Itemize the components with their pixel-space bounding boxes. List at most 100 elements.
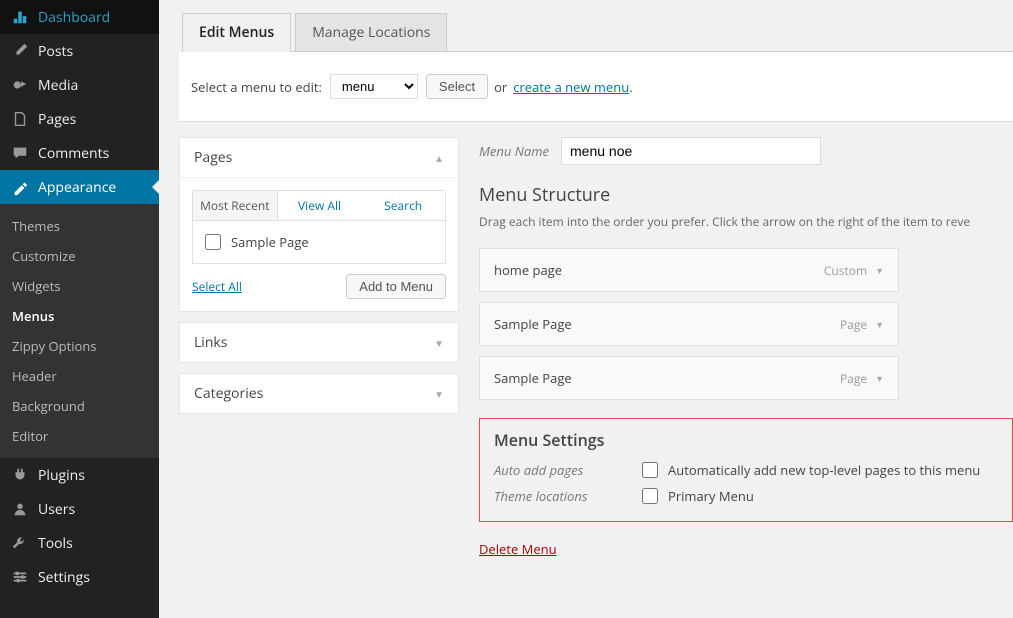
appearance-submenu: Themes Customize Widgets Menus Zippy Opt… <box>0 204 159 458</box>
primary-menu-checkbox-label[interactable]: Primary Menu <box>642 487 754 505</box>
meta-box-title: Links <box>194 333 227 352</box>
comments-icon <box>10 143 30 163</box>
meta-box-links-header[interactable]: Links ▼ <box>180 323 458 362</box>
sidebar-item-label: Tools <box>38 534 73 553</box>
create-new-menu-link[interactable]: create a new menu <box>513 78 629 96</box>
submenu-header[interactable]: Header <box>0 361 159 391</box>
dashboard-icon <box>10 7 30 27</box>
expand-arrow-icon: ▼ <box>434 387 444 401</box>
submenu-customize[interactable]: Customize <box>0 241 159 271</box>
chevron-down-icon[interactable]: ▼ <box>875 318 884 331</box>
add-to-menu-button[interactable]: Add to Menu <box>346 274 446 299</box>
primary-menu-checkbox[interactable] <box>642 488 658 504</box>
sidebar-item-media[interactable]: Media <box>0 68 159 102</box>
submenu-themes[interactable]: Themes <box>0 211 159 241</box>
sidebar-item-label: Settings <box>38 568 90 587</box>
select-all-link[interactable]: Select All <box>192 278 242 295</box>
menu-item-title: Sample Page <box>494 369 572 387</box>
submenu-background[interactable]: Background <box>0 391 159 421</box>
page-checkbox-label: Sample Page <box>231 233 309 251</box>
sidebar-item-pages[interactable]: Pages <box>0 102 159 136</box>
main-content: Edit Menus Manage Locations Select a men… <box>159 0 1013 618</box>
sidebar-item-plugins[interactable]: Plugins <box>0 458 159 492</box>
menu-item-bar[interactable]: Sample Page Page ▼ <box>479 356 899 400</box>
auto-add-pages-label: Auto add pages <box>494 461 642 479</box>
sidebar-item-label: Appearance <box>38 178 116 197</box>
meta-box-categories-header[interactable]: Categories ▼ <box>180 374 458 413</box>
menu-item-bar[interactable]: home page Custom ▼ <box>479 248 899 292</box>
page-checkbox-item[interactable]: Sample Page <box>205 233 433 251</box>
meta-box-pages-header[interactable]: Pages ▲ <box>180 138 458 177</box>
or-text: or <box>494 78 507 96</box>
menu-name-label: Menu Name <box>479 142 549 160</box>
tab-edit-menus[interactable]: Edit Menus <box>182 13 291 52</box>
period: . <box>629 78 632 96</box>
expand-arrow-icon: ▼ <box>434 336 444 350</box>
sidebar-item-label: Plugins <box>38 466 85 485</box>
menu-edit-column: Menu Name Menu Structure Drag each item … <box>479 137 1013 558</box>
sidebar-item-label: Comments <box>38 144 109 163</box>
auto-add-checkbox-label[interactable]: Automatically add new top-level pages to… <box>642 461 980 479</box>
appearance-icon <box>10 177 30 197</box>
menu-name-input[interactable] <box>561 137 821 165</box>
menu-item-title: home page <box>494 261 562 279</box>
delete-menu-link[interactable]: Delete Menu <box>479 540 557 558</box>
media-icon <box>10 75 30 95</box>
sidebar-item-label: Media <box>38 76 78 95</box>
menu-item-title: Sample Page <box>494 315 572 333</box>
sidebar-item-tools[interactable]: Tools <box>0 526 159 560</box>
submenu-editor[interactable]: Editor <box>0 421 159 451</box>
sidebar-item-label: Dashboard <box>38 8 110 27</box>
menu-item-type: Page ▼ <box>840 370 884 387</box>
checkbox-text: Primary Menu <box>668 487 754 505</box>
sidebar-item-users[interactable]: Users <box>0 492 159 526</box>
users-icon <box>10 499 30 519</box>
plugins-icon <box>10 465 30 485</box>
meta-box-links: Links ▼ <box>179 322 459 363</box>
submenu-widgets[interactable]: Widgets <box>0 271 159 301</box>
chevron-down-icon[interactable]: ▼ <box>875 372 884 385</box>
settings-icon <box>10 567 30 587</box>
tab-most-recent[interactable]: Most Recent <box>193 191 278 220</box>
menu-settings-title: Menu Settings <box>494 429 998 451</box>
sidebar-item-comments[interactable]: Comments <box>0 136 159 170</box>
tab-manage-locations[interactable]: Manage Locations <box>295 13 447 51</box>
meta-box-categories: Categories ▼ <box>179 373 459 414</box>
pages-icon <box>10 109 30 129</box>
admin-sidebar: Dashboard Posts Media Pages Comments App… <box>0 0 159 618</box>
menu-item-bar[interactable]: Sample Page Page ▼ <box>479 302 899 346</box>
page-checkbox[interactable] <box>205 234 221 250</box>
menu-select-dropdown[interactable]: menu noe <box>330 74 418 99</box>
meta-box-pages: Pages ▲ Most Recent View All Search Samp… <box>179 137 459 312</box>
collapse-arrow-icon: ▲ <box>434 151 444 165</box>
sidebar-item-label: Users <box>38 500 75 519</box>
theme-locations-label: Theme locations <box>494 487 642 505</box>
submenu-zippy[interactable]: Zippy Options <box>0 331 159 361</box>
menu-item-type: Custom ▼ <box>824 262 884 279</box>
menu-settings-box: Menu Settings Auto add pages Automatical… <box>479 418 1013 522</box>
sidebar-item-dashboard[interactable]: Dashboard <box>0 0 159 34</box>
pages-filter-tabs: Most Recent View All Search <box>192 190 446 221</box>
checkbox-text: Automatically add new top-level pages to… <box>668 461 980 479</box>
meta-box-title: Categories <box>194 384 263 403</box>
menu-structure-desc: Drag each item into the order you prefer… <box>479 213 1013 230</box>
sidebar-item-appearance[interactable]: Appearance <box>0 170 159 204</box>
menu-select-bar: Select a menu to edit: menu noe Select o… <box>179 52 1013 122</box>
submenu-menus[interactable]: Menus <box>0 301 159 331</box>
posts-icon <box>10 41 30 61</box>
select-menu-button[interactable]: Select <box>426 74 488 99</box>
sidebar-item-settings[interactable]: Settings <box>0 560 159 594</box>
sidebar-item-label: Pages <box>38 110 76 129</box>
auto-add-checkbox[interactable] <box>642 462 658 478</box>
menu-item-type: Page ▼ <box>840 316 884 333</box>
tools-icon <box>10 533 30 553</box>
meta-box-title: Pages <box>194 148 232 167</box>
tab-search[interactable]: Search <box>361 191 445 220</box>
menu-structure-title: Menu Structure <box>479 183 1013 207</box>
tab-view-all[interactable]: View All <box>278 191 362 220</box>
sidebar-item-posts[interactable]: Posts <box>0 34 159 68</box>
menu-select-label: Select a menu to edit: <box>191 78 322 96</box>
nav-tabs: Edit Menus Manage Locations <box>182 13 1013 52</box>
sidebar-item-label: Posts <box>38 42 73 61</box>
chevron-down-icon[interactable]: ▼ <box>875 264 884 277</box>
